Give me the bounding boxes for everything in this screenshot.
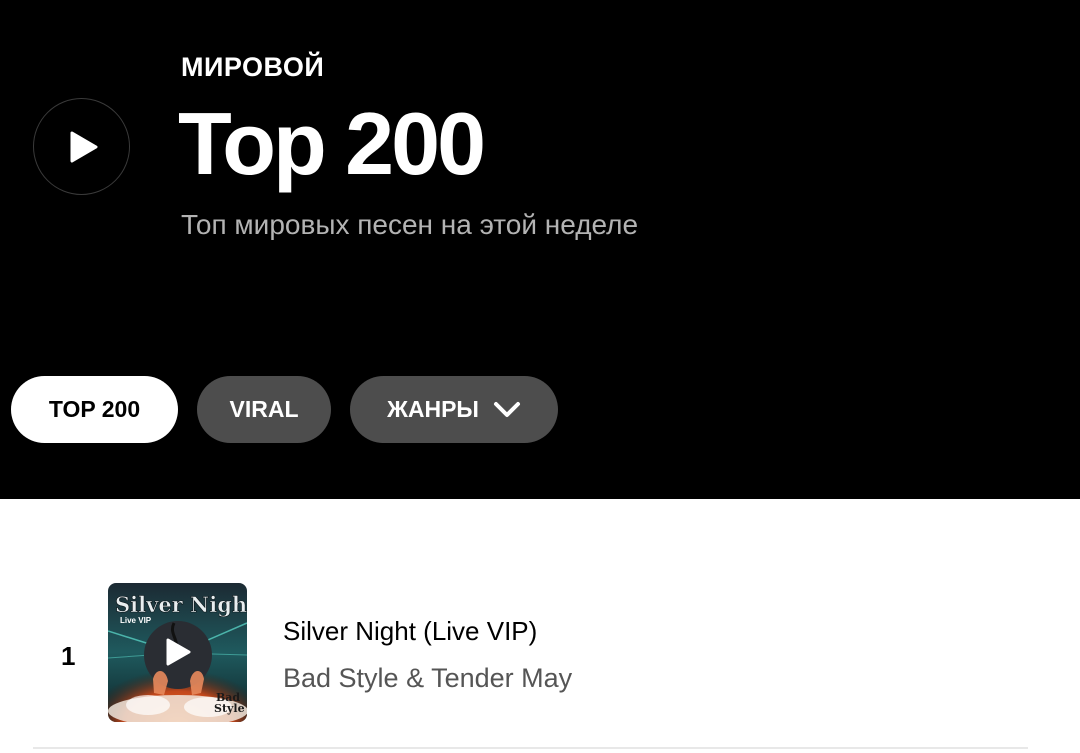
genres-dropdown[interactable]: ЖАНРЫ xyxy=(350,376,558,443)
tab-label: VIRAL xyxy=(229,396,299,422)
chart-region-label: МИРОВОЙ xyxy=(181,52,325,82)
track-title[interactable]: Silver Night (Live VIP) xyxy=(283,616,537,647)
chart-header: МИРОВОЙ Top 200 Топ мировых песен на это… xyxy=(0,0,1080,499)
page-title: Top 200 xyxy=(178,94,486,193)
page-subtitle: Топ мировых песен на этой неделе xyxy=(181,209,639,240)
track-artist[interactable]: Bad Style & Tender May xyxy=(283,663,572,694)
track-cover[interactable]: Silver Night Live VIP Bad Style xyxy=(108,583,247,722)
tab-label: ЖАНРЫ xyxy=(387,396,479,422)
chevron-down-icon xyxy=(493,401,520,417)
track-row[interactable]: 1 Silver Night Live VIP Bad Style Silver… xyxy=(33,575,1028,749)
svg-text:Style: Style xyxy=(214,702,245,715)
play-chart-button[interactable] xyxy=(33,98,130,195)
tab-viral[interactable]: VIRAL xyxy=(197,376,331,443)
tab-label: TOP 200 xyxy=(48,396,141,422)
svg-text:Silver Night: Silver Night xyxy=(115,592,247,617)
play-icon xyxy=(166,638,191,666)
tab-top-200[interactable]: TOP 200 xyxy=(11,376,178,443)
svg-text:Live VIP: Live VIP xyxy=(120,616,152,625)
play-icon xyxy=(70,131,97,162)
track-rank: 1 xyxy=(61,641,76,671)
